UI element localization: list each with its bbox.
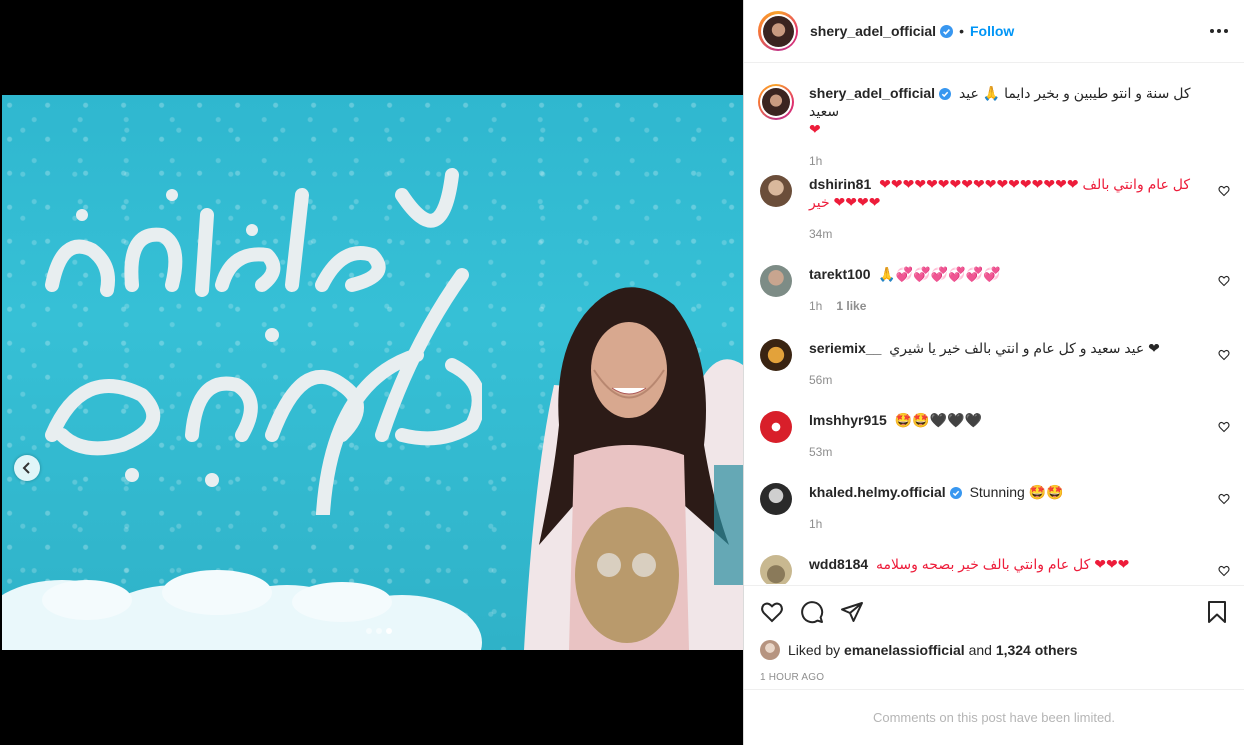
avatar[interactable] bbox=[760, 265, 792, 297]
like-button[interactable] bbox=[760, 600, 784, 624]
heart-outline-icon[interactable] bbox=[1218, 493, 1230, 505]
comment-item: khaled.helmy.official Stunning 🤩🤩 1h bbox=[760, 483, 1230, 533]
comment-time[interactable]: 1h bbox=[809, 297, 822, 315]
heart-outline-icon[interactable] bbox=[1218, 349, 1230, 361]
comment-time[interactable]: 53m bbox=[809, 443, 832, 461]
comment-time[interactable]: 1h bbox=[809, 515, 822, 533]
comments-limited-notice: Comments on this post have been limited. bbox=[744, 689, 1244, 745]
save-button[interactable] bbox=[1206, 600, 1228, 624]
carousel-indicator bbox=[366, 628, 392, 634]
likes-conj: and bbox=[968, 642, 992, 658]
avatar[interactable] bbox=[760, 175, 792, 207]
comment-text: كل عام وانتي بالف خير بصحه وسلامه ❤❤❤ bbox=[876, 556, 1130, 572]
eid-calligraphy bbox=[45, 168, 482, 515]
comment-text: عيد سعيد و كل عام و انتي بالف خير يا شير… bbox=[889, 340, 1160, 356]
chevron-left-icon bbox=[22, 462, 30, 474]
comment-username[interactable]: tarekt100 bbox=[809, 266, 871, 282]
comment-item: seriemix__ عيد سعيد و كل عام و انتي بالف… bbox=[760, 339, 1230, 389]
comment-item: lmshhyr915 🤩🤩🖤🖤🖤 53m bbox=[760, 411, 1230, 461]
follow-button[interactable]: Follow bbox=[970, 23, 1014, 39]
avatar[interactable] bbox=[760, 640, 780, 660]
share-icon bbox=[841, 601, 863, 622]
comment-like-count[interactable]: 1 like bbox=[836, 297, 866, 315]
verified-icon bbox=[940, 24, 954, 38]
likes-first-user[interactable]: emanelassiofficial bbox=[844, 642, 965, 658]
comment-icon bbox=[801, 600, 824, 623]
share-button[interactable] bbox=[840, 600, 864, 624]
comment-username[interactable]: khaled.helmy.official bbox=[809, 484, 946, 500]
comment-text: Stunning 🤩🤩 bbox=[969, 484, 1064, 500]
heart-outline-icon[interactable] bbox=[1218, 275, 1230, 287]
verified-icon bbox=[939, 88, 952, 100]
post-header: shery_adel_official • Follow bbox=[744, 0, 1244, 63]
comment-time[interactable]: 56m bbox=[809, 371, 832, 389]
comment-time[interactable]: 34m bbox=[809, 225, 832, 243]
action-bar bbox=[744, 585, 1244, 637]
bookmark-icon bbox=[1208, 600, 1226, 623]
author-avatar[interactable] bbox=[758, 11, 798, 51]
heart-outline-icon[interactable] bbox=[1218, 421, 1230, 433]
likes-summary: Liked by emanelassiofficial and 1,324 ot… bbox=[760, 640, 1078, 660]
caption-emoji: ❤ bbox=[809, 121, 821, 137]
caption-time: 1h bbox=[809, 154, 823, 168]
comment-username[interactable]: wdd8184 bbox=[809, 556, 868, 572]
avatar bbox=[762, 15, 794, 47]
comment-item: tarekt100 🙏💞💞💞💞💞💞 1h 1 like bbox=[760, 265, 1230, 315]
author-username[interactable]: shery_adel_official bbox=[810, 23, 936, 39]
caption-row: shery_adel_official كل سنة و انتو طيبين … bbox=[758, 84, 1230, 170]
heart-outline-icon bbox=[761, 602, 783, 622]
carousel-dot-active bbox=[386, 628, 392, 634]
carousel-dot bbox=[366, 628, 372, 634]
avatar bbox=[762, 88, 790, 116]
caption-avatar[interactable] bbox=[758, 84, 794, 120]
more-icon[interactable] bbox=[1210, 23, 1228, 39]
carousel-dot bbox=[376, 628, 382, 634]
comment-username[interactable]: seriemix__ bbox=[809, 340, 881, 356]
heart-outline-icon[interactable] bbox=[1218, 565, 1230, 577]
caption-username[interactable]: shery_adel_official bbox=[809, 85, 935, 101]
post-timestamp[interactable]: 1 HOUR AGO bbox=[760, 672, 824, 683]
carousel-prev-button[interactable] bbox=[14, 455, 40, 481]
comment-button[interactable] bbox=[800, 600, 824, 624]
avatar[interactable] bbox=[760, 483, 792, 515]
verified-icon bbox=[949, 487, 962, 499]
likes-others[interactable]: 1,324 others bbox=[996, 642, 1078, 658]
media-viewer bbox=[0, 0, 743, 745]
likes-prefix: Liked by bbox=[788, 642, 841, 658]
comment-username[interactable]: lmshhyr915 bbox=[809, 412, 887, 428]
comment-username[interactable]: dshirin81 bbox=[809, 176, 871, 192]
comment-item: wdd8184 كل عام وانتي بالف خير بصحه وسلام… bbox=[760, 555, 1230, 584]
avatar[interactable] bbox=[760, 411, 792, 443]
post-sidebar: shery_adel_official • Follow shery_adel_… bbox=[743, 0, 1244, 745]
heart-outline-icon[interactable] bbox=[1218, 185, 1230, 197]
avatar[interactable] bbox=[760, 339, 792, 371]
comments-list[interactable]: shery_adel_official كل سنة و انتو طيبين … bbox=[744, 64, 1244, 584]
comment-text: 🙏💞💞💞💞💞💞 bbox=[878, 266, 1001, 282]
separator-dot: • bbox=[959, 23, 964, 39]
avatar[interactable] bbox=[760, 555, 792, 584]
comment-text: 🤩🤩🖤🖤🖤 bbox=[894, 412, 982, 428]
comment-item: dshirin81 ❤❤❤❤❤❤❤❤❤❤❤❤❤❤❤❤❤ كل عام وانتي… bbox=[760, 175, 1230, 243]
person-photo bbox=[524, 287, 743, 650]
post-photo[interactable] bbox=[2, 95, 743, 650]
